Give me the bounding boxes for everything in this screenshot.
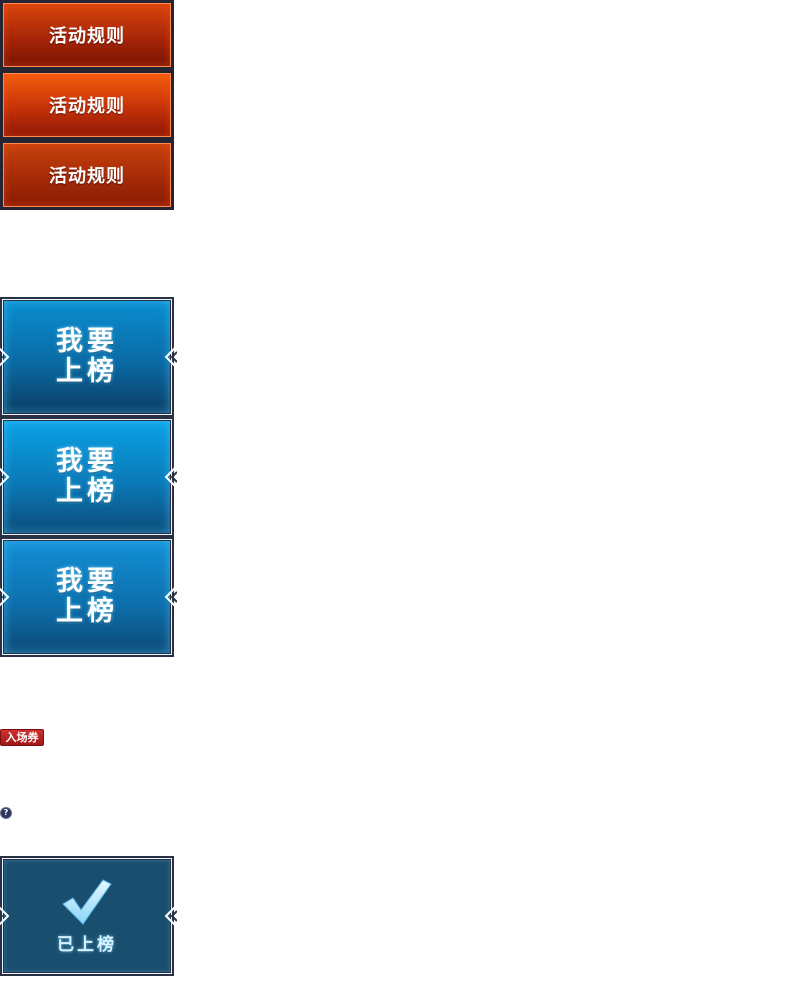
chevron-right-icon <box>0 347 10 367</box>
rank-button-face: 我要 上榜 <box>4 421 170 533</box>
rank-button-face: 我要 上榜 <box>4 541 170 653</box>
rank-button-line2: 上榜 <box>56 476 118 507</box>
rules-button-label: 活动规则 <box>49 96 125 117</box>
rank-button-line2: 上榜 <box>56 356 118 387</box>
rules-button-face: 活动规则 <box>3 3 171 67</box>
ticket-badge: 入场券 <box>0 729 44 746</box>
rules-button-label: 活动规则 <box>49 166 125 187</box>
rank-button-line1: 我要 <box>56 326 118 357</box>
help-icon[interactable]: ? <box>0 807 12 819</box>
chevron-left-icon <box>164 467 177 487</box>
chevron-left-icon <box>164 906 177 926</box>
rank-button-outline: 已上榜 <box>2 858 172 974</box>
checkmark-icon <box>62 878 112 925</box>
rules-button-normal[interactable]: 活动规则 <box>0 0 174 70</box>
ranked-button-label: 已上榜 <box>57 934 117 955</box>
ranked-button[interactable]: 已上榜 <box>0 856 177 976</box>
rules-button-hover[interactable]: 活动规则 <box>0 70 174 140</box>
rank-button-active[interactable]: 我要 上榜 <box>0 537 177 657</box>
rules-button-face: 活动规则 <box>3 73 171 137</box>
button-sprite-sheet: 活动规则 活动规则 活动规则 我要 上榜 我要 上榜 我要 上榜 入场券 ? 已… <box>0 0 800 1000</box>
chevron-right-icon <box>0 906 10 926</box>
rank-button-outline: 我要 上榜 <box>2 539 172 655</box>
rules-button-face: 活动规则 <box>3 143 171 207</box>
rank-button-hover[interactable]: 我要 上榜 <box>0 417 177 537</box>
rank-button-outline: 我要 上榜 <box>2 419 172 535</box>
rules-button-label: 活动规则 <box>49 26 125 47</box>
chevron-left-icon <box>164 347 177 367</box>
chevron-right-icon <box>0 467 10 487</box>
rank-button-face: 已上榜 <box>4 860 170 972</box>
rank-button-line2: 上榜 <box>56 596 118 627</box>
rank-button-line1: 我要 <box>56 566 118 597</box>
rank-button-normal[interactable]: 我要 上榜 <box>0 297 177 417</box>
rules-button-active[interactable]: 活动规则 <box>0 140 174 210</box>
chevron-left-icon <box>164 587 177 607</box>
rank-button-line1: 我要 <box>56 446 118 477</box>
rank-button-face: 我要 上榜 <box>4 301 170 413</box>
rank-button-outline: 我要 上榜 <box>2 299 172 415</box>
chevron-right-icon <box>0 587 10 607</box>
